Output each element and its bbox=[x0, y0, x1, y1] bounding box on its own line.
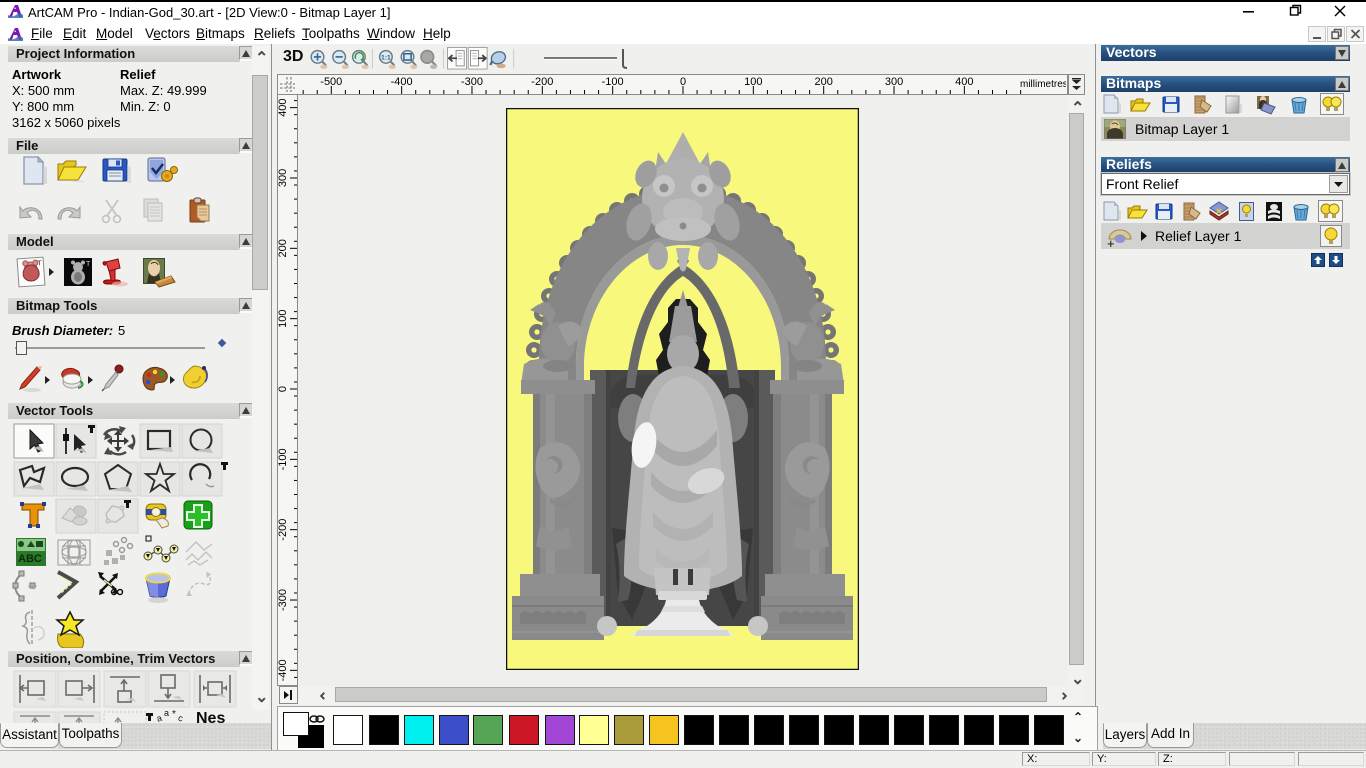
svg-text:-200: -200 bbox=[278, 519, 289, 541]
svg-text:ABC: ABC bbox=[18, 553, 42, 565]
svg-text:100: 100 bbox=[278, 309, 289, 327]
svg-text:+: + bbox=[1107, 236, 1115, 249]
svg-text:-300: -300 bbox=[278, 589, 289, 611]
svg-text:0: 0 bbox=[278, 386, 289, 392]
svg-text:T: T bbox=[86, 261, 91, 268]
svg-text:200: 200 bbox=[278, 239, 289, 257]
svg-text:-400: -400 bbox=[278, 659, 289, 681]
svg-text:-100: -100 bbox=[278, 448, 289, 470]
svg-text:300: 300 bbox=[278, 169, 289, 187]
svg-text:400: 400 bbox=[278, 98, 289, 116]
svg-text:millimetres: millimetres bbox=[1020, 79, 1066, 90]
svg-text:1:1: 1:1 bbox=[381, 55, 391, 62]
